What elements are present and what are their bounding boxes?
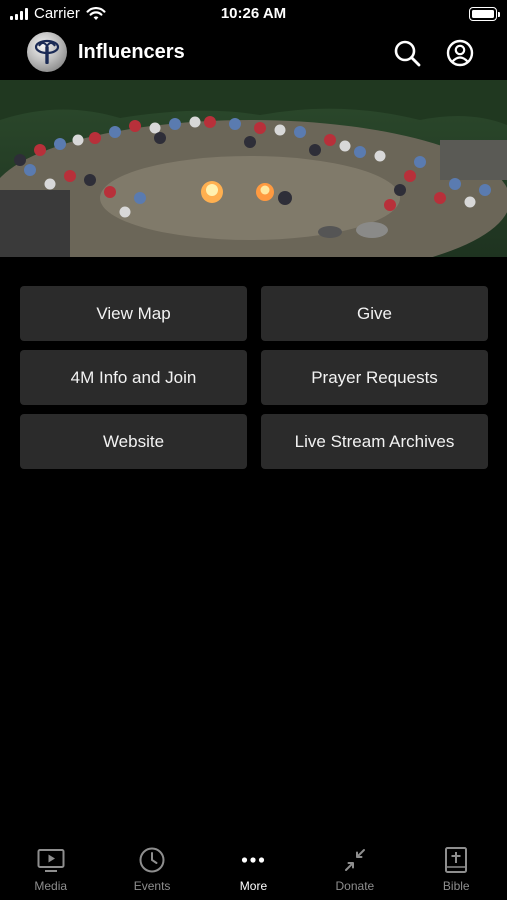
tab-bible[interactable]: Bible — [406, 840, 507, 900]
bible-icon — [445, 847, 468, 873]
more-icon — [242, 857, 265, 863]
app-header: Influencers — [0, 30, 507, 78]
live-stream-archives-button[interactable]: Live Stream Archives — [261, 414, 488, 469]
app-title: Influencers — [78, 41, 185, 63]
influencers-logo — [27, 32, 67, 72]
tab-more[interactable]: More — [203, 840, 304, 900]
hero-image — [0, 80, 507, 257]
tab-events-label: Events — [133, 879, 171, 893]
media-icon — [37, 849, 65, 872]
tab-media-label: Media — [34, 879, 68, 893]
view-map-button[interactable]: View Map — [20, 286, 247, 341]
search-icon[interactable] — [392, 38, 422, 68]
tab-bible-label: Bible — [442, 879, 470, 893]
menu-grid: View Map Give 4M Info and Join Prayer Re… — [20, 286, 488, 469]
campfire-gathering-photo — [0, 80, 507, 257]
info-and-join-button[interactable]: 4M Info and Join — [20, 350, 247, 405]
status-time: 10:26 AM — [220, 5, 287, 22]
battery-icon — [469, 7, 500, 21]
tab-donate[interactable]: Donate — [304, 840, 405, 900]
give-button[interactable]: Give — [261, 286, 488, 341]
account-icon[interactable] — [445, 38, 475, 68]
tab-more-label: More — [239, 879, 268, 893]
prayer-requests-button[interactable]: Prayer Requests — [261, 350, 488, 405]
clock-icon — [139, 847, 165, 873]
donate-icon — [344, 849, 365, 871]
status-bar: Carrier 10:26 AM — [0, 0, 507, 30]
website-button[interactable]: Website — [20, 414, 247, 469]
tab-media[interactable]: Media — [0, 840, 101, 900]
tab-donate-label: Donate — [335, 879, 375, 893]
tab-bar: Media Events More Donate Bible — [0, 840, 507, 900]
tab-events[interactable]: Events — [101, 840, 202, 900]
